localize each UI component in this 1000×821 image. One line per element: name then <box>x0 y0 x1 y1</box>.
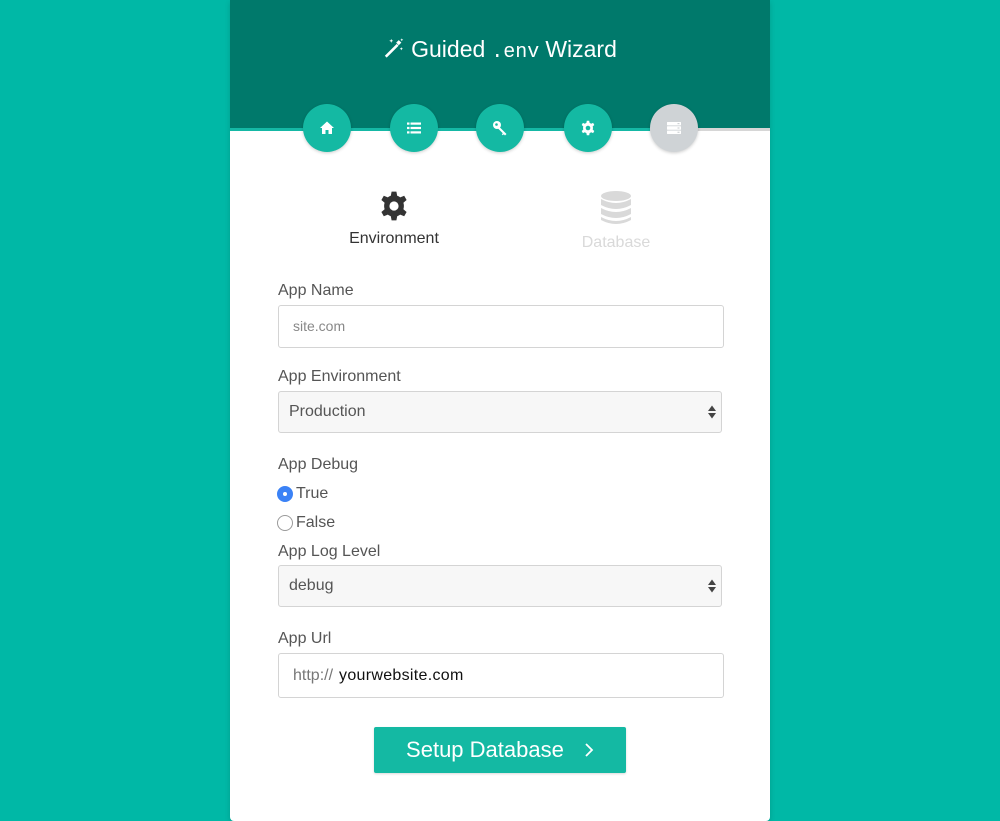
debug-true-option[interactable]: True <box>277 483 328 505</box>
list-icon <box>407 122 421 134</box>
step-list[interactable] <box>390 104 438 152</box>
app-debug-label: App Debug <box>278 456 359 473</box>
app-url-input[interactable]: http:// yourwebsite.com <box>278 653 724 698</box>
step-home[interactable] <box>303 104 351 152</box>
app-name-label: App Name <box>278 282 354 299</box>
tab-environment-label: Environment <box>349 230 439 247</box>
setup-database-label: Setup Database <box>406 737 564 762</box>
gear-icon <box>581 120 595 136</box>
wizard-card: Guided .env Wizard Environment Database … <box>230 0 770 821</box>
log-level-select[interactable]: debug <box>278 565 722 607</box>
setup-database-button[interactable]: Setup Database <box>374 727 626 773</box>
app-environment-value: Production <box>289 403 366 420</box>
select-arrows-icon <box>708 579 716 593</box>
tab-database-label: Database <box>581 234 651 251</box>
step-settings[interactable] <box>564 104 612 152</box>
debug-false-radio[interactable] <box>277 515 293 531</box>
app-url-value: yourwebsite.com <box>339 667 464 684</box>
title-prefix: Guided <box>411 36 486 62</box>
app-name-input[interactable]: site.com <box>278 305 724 348</box>
server-icon <box>667 122 681 134</box>
app-environment-label: App Environment <box>278 368 401 385</box>
app-url-prefix: http:// <box>293 667 334 684</box>
log-level-label: App Log Level <box>278 543 381 560</box>
title-suffix: Wizard <box>545 36 617 62</box>
debug-true-label: True <box>296 485 329 502</box>
title-code: .env <box>491 41 540 64</box>
select-arrows-icon <box>708 405 716 419</box>
tab-database[interactable]: Database <box>526 190 706 254</box>
debug-true-radio[interactable] <box>277 486 293 502</box>
debug-false-option[interactable]: False <box>277 512 335 534</box>
wizard-title: Guided .env Wizard <box>230 34 770 68</box>
key-icon <box>493 121 507 136</box>
app-name-placeholder: site.com <box>293 318 346 334</box>
app-environment-select[interactable]: Production <box>278 391 722 433</box>
database-icon <box>601 191 631 224</box>
step-server[interactable] <box>650 104 698 152</box>
log-level-value: debug <box>289 577 334 594</box>
home-icon <box>320 121 334 134</box>
debug-false-label: False <box>296 514 336 531</box>
app-url-label: App Url <box>278 630 332 647</box>
tab-environment[interactable]: Environment <box>304 190 484 250</box>
magic-wand-icon <box>384 38 404 58</box>
gear-icon <box>381 191 407 221</box>
chevron-right-icon <box>585 743 594 757</box>
step-key[interactable] <box>476 104 524 152</box>
